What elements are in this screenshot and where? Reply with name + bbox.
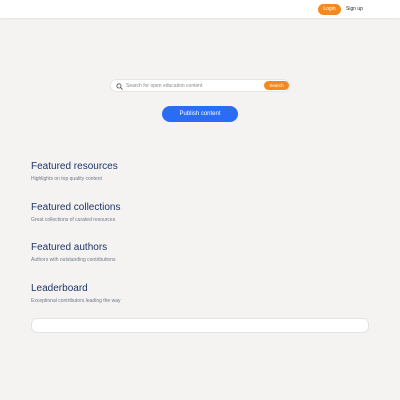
section-subtitle: Great collections of curated resources (31, 217, 116, 223)
section-title: Featured collections (31, 202, 121, 213)
section-title: Leaderboard (31, 283, 88, 294)
section-title: Featured authors (31, 242, 108, 253)
featured-collections-section: Featured collections Great collections o… (31, 202, 371, 223)
featured-resources-section: Featured resources Highlights on top qua… (31, 161, 371, 182)
leaderboard-section: Leaderboard Exceptional contributors lea… (31, 283, 371, 304)
login-button[interactable]: Login (318, 4, 341, 15)
signup-link[interactable]: Sign up (346, 4, 363, 15)
section-title: Featured resources (31, 161, 118, 172)
search-button[interactable]: Search (264, 81, 289, 90)
search-bar: Search (110, 79, 290, 92)
featured-authors-section: Featured authors Authors with outstandin… (31, 242, 371, 263)
section-subtitle: Authors with outstanding contributions (31, 257, 116, 263)
publish-content-button[interactable]: Publish content (162, 106, 238, 122)
leaderboard-card (31, 318, 369, 333)
section-subtitle: Exceptional contributors leading the way (31, 298, 121, 304)
search-icon (116, 82, 123, 90)
search-input[interactable] (126, 80, 256, 91)
top-navbar: Login Sign up (0, 0, 400, 18)
section-subtitle: Highlights on top quality content (31, 176, 102, 182)
